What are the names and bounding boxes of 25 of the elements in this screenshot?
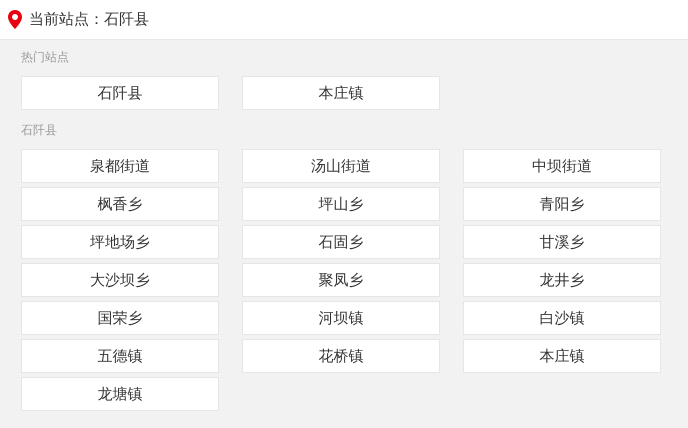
station-button[interactable]: 汤山街道 [242, 149, 440, 183]
section-title: 热门站点 [21, 49, 70, 66]
station-button[interactable]: 五德镇 [21, 339, 219, 373]
station-button[interactable]: 国荣乡 [21, 301, 219, 335]
station-button[interactable]: 大沙坝乡 [21, 263, 219, 297]
station-button[interactable]: 枫香乡 [21, 187, 219, 221]
station-button[interactable]: 甘溪乡 [463, 225, 661, 259]
station-button[interactable]: 石阡县 [21, 76, 219, 110]
station-button[interactable]: 本庄镇 [242, 76, 440, 110]
station-button[interactable]: 石固乡 [242, 225, 440, 259]
current-station-label: 当前站点：石阡县 [29, 10, 149, 29]
station-button[interactable]: 白沙镇 [463, 301, 661, 335]
station-button[interactable]: 坪地场乡 [21, 225, 219, 259]
station-button[interactable]: 聚凤乡 [242, 263, 440, 297]
section-title: 石阡县 [21, 122, 58, 139]
location-pin-icon [8, 10, 22, 29]
station-button[interactable]: 坪山乡 [242, 187, 440, 221]
station-button[interactable]: 河坝镇 [242, 301, 440, 335]
station-button[interactable]: 本庄镇 [463, 339, 661, 373]
station-button[interactable]: 中坝街道 [463, 149, 661, 183]
station-button[interactable]: 泉都街道 [21, 149, 219, 183]
station-button[interactable]: 花桥镇 [242, 339, 440, 373]
station-button[interactable]: 青阳乡 [463, 187, 661, 221]
station-button[interactable]: 龙井乡 [463, 263, 661, 297]
station-button[interactable]: 龙塘镇 [21, 377, 219, 411]
